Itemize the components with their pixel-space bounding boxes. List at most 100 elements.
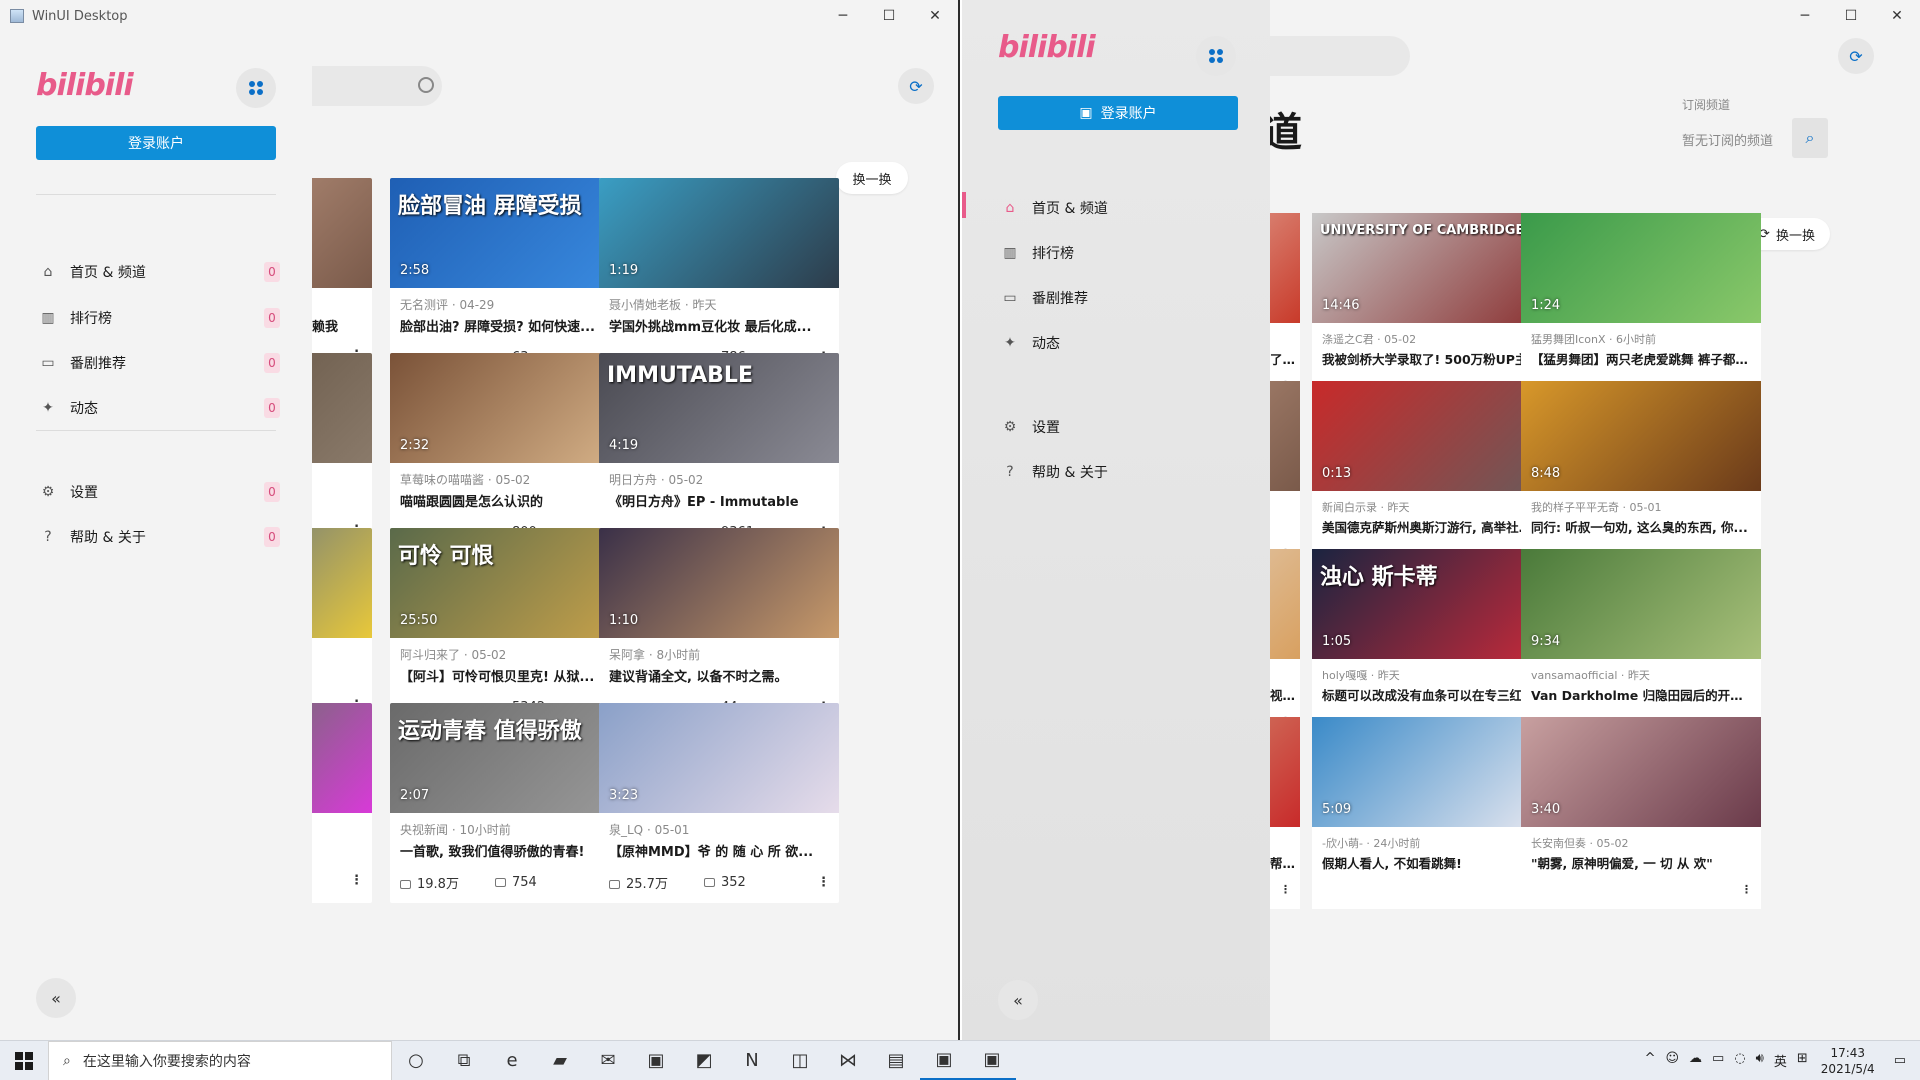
video-author-date[interactable]: 我的样子平平无奇 · 05-01: [1531, 499, 1661, 515]
more-options-icon[interactable]: ⋮: [817, 875, 830, 890]
video-card[interactable]: 3:23 泉_LQ · 05-01 【原神MMD】爷 的 随 心 所 欲... 25.…: [599, 703, 839, 903]
video-thumbnail[interactable]: 脸部冒油 屏障受损 2:58: [390, 178, 630, 288]
collapse-pane-button[interactable]: «: [36, 978, 76, 1018]
ime-mode-icon[interactable]: ⊞: [1797, 1051, 1808, 1070]
more-options-icon[interactable]: ⋮: [1741, 883, 1752, 896]
cortana-icon[interactable]: ○: [392, 1041, 440, 1080]
mail-icon[interactable]: ✉: [584, 1041, 632, 1080]
maximize-button[interactable]: ☐: [1828, 0, 1874, 32]
video-title[interactable]: 赖我: [312, 316, 362, 335]
video-thumbnail[interactable]: 5:09: [1312, 717, 1552, 827]
video-author-date[interactable]: 泉_LQ · 05-01: [609, 821, 689, 838]
video-thumbnail[interactable]: 3:23: [599, 703, 839, 813]
video-thumbnail[interactable]: 浊心 斯卡蒂 1:05: [1312, 549, 1552, 659]
more-options-icon[interactable]: ⋮: [350, 873, 363, 888]
nav-item-2[interactable]: ▭ 番剧推荐 0: [36, 345, 280, 381]
video-card-partial[interactable]: 视频? ...⋮: [1270, 549, 1300, 741]
apps-button[interactable]: [1196, 36, 1236, 76]
onenote-icon[interactable]: N: [728, 1041, 776, 1080]
video-title[interactable]: 了30...: [1270, 349, 1300, 368]
login-button[interactable]: 登录账户: [36, 126, 276, 160]
close-button[interactable]: ✕: [1874, 0, 1920, 32]
search-box[interactable]: [312, 66, 442, 106]
video-thumbnail[interactable]: 1:10: [599, 528, 839, 638]
video-title[interactable]: 视频? ...: [1270, 685, 1300, 704]
vscode-icon[interactable]: ⋈: [824, 1041, 872, 1080]
video-title[interactable]: 《明日方舟》EP - Immutable: [609, 491, 829, 510]
tray-app-icon[interactable]: ☺: [1665, 1051, 1679, 1070]
video-title[interactable]: Van Darkholme 归隐田园后的开心 (...: [1531, 685, 1751, 704]
minimize-button[interactable]: ─: [1782, 0, 1828, 32]
video-card[interactable]: IMMUTABLE 4:19 明日方舟 · 05-02 《明日方舟》EP - Immu…: [599, 353, 839, 553]
video-author-date[interactable]: 无名测评 · 04-29: [400, 296, 494, 313]
video-author-date[interactable]: 猛男舞团IconX · 6小时前: [1531, 331, 1656, 347]
video-thumbnail[interactable]: 2:32: [390, 353, 630, 463]
nav-item-1[interactable]: ▥ 排行榜 0: [36, 300, 280, 336]
video-thumbnail[interactable]: 8:48: [1521, 381, 1761, 491]
show-hidden-icons[interactable]: ^: [1645, 1051, 1656, 1070]
video-thumbnail[interactable]: 运动青春 值得骄傲 2:07: [390, 703, 630, 813]
video-thumbnail[interactable]: 1:19: [599, 178, 839, 288]
video-author-date[interactable]: -欣小萌- · 24小时前: [1322, 835, 1420, 851]
video-author-date[interactable]: 央视新闻 · 10小时前: [400, 821, 511, 838]
video-author-date[interactable]: 涤遥之C君 · 05-02: [1322, 331, 1416, 347]
video-card[interactable]: 5:09 -欣小萌- · 24小时前假期人看人, 不如看跳舞! ⋮: [1312, 717, 1552, 909]
video-title[interactable]: 【猛男舞团】两只老虎爱跳舞 裤子都裂...: [1531, 349, 1751, 368]
video-thumbnail[interactable]: UNIVERSITY OF CAMBRIDGE 14:46: [1312, 213, 1552, 323]
video-title[interactable]: 帮我玩...: [1270, 853, 1300, 872]
search-channel-button[interactable]: ⌕: [1792, 118, 1828, 158]
bilibili-app-icon-2[interactable]: ▣: [968, 1041, 1016, 1080]
nav-item-5[interactable]: ? 帮助 & 关于: [998, 454, 1242, 490]
notification-icon[interactable]: ▭: [1894, 1053, 1906, 1068]
video-thumbnail[interactable]: [1270, 213, 1300, 323]
battery-icon[interactable]: ▭: [1712, 1051, 1724, 1070]
edge-icon[interactable]: e: [488, 1041, 536, 1080]
nav-item-3[interactable]: ✦ 动态: [998, 325, 1242, 361]
nav-item-0[interactable]: ⌂ 首页 & 频道 0: [36, 254, 280, 290]
close-button[interactable]: ✕: [912, 0, 958, 32]
video-thumbnail[interactable]: [1270, 549, 1300, 659]
video-title[interactable]: 美国德克萨斯州奥斯汀游行, 高举社会...: [1322, 517, 1542, 536]
video-card[interactable]: 可怜 可恨 25:50 阿斗归来了 · 05-02 【阿斗】可怜可恨贝里克! 从狱..…: [390, 528, 630, 728]
video-thumbnail[interactable]: IMMUTABLE 4:19: [599, 353, 839, 463]
apps-button[interactable]: [236, 68, 276, 108]
network-icon[interactable]: ◌: [1734, 1051, 1745, 1070]
video-card[interactable]: 2:32草莓味の喵喵酱 · 05-02喵喵跟圆圆是怎么认识的42.6万800⋮: [390, 353, 630, 553]
video-title[interactable]: 建议背诵全文, 以备不时之需。: [609, 666, 829, 685]
video-title[interactable]: 我被剑桥大学录取了! 500万粉UP主竟...: [1322, 349, 1542, 368]
video-card[interactable]: UNIVERSITY OF CAMBRIDGE 14:46 涤遥之C君 · 05-0…: [1312, 213, 1552, 405]
video-author-date[interactable]: 呆阿拿 · 8小时前: [609, 646, 700, 663]
video-author-date[interactable]: vansamaofficial · 昨天: [1531, 667, 1650, 683]
maximize-button[interactable]: ☐: [866, 0, 912, 32]
video-title[interactable]: 标题可以改成没有血条可以在专三红蒂...: [1322, 685, 1542, 704]
login-button[interactable]: ▣ 登录账户: [998, 96, 1238, 130]
video-card[interactable]: 1:10呆阿拿 · 8小时前建议背诵全文, 以备不时之需。3.7万44⋮: [599, 528, 839, 728]
video-thumbnail[interactable]: 1:24: [1521, 213, 1761, 323]
video-card-partial[interactable]: 赖我⋮: [312, 178, 372, 378]
refresh-button[interactable]: ⟳: [898, 68, 934, 104]
nav-item-4[interactable]: ⚙ 设置 0: [36, 474, 280, 510]
start-button[interactable]: [0, 1041, 48, 1080]
video-thumbnail[interactable]: [1270, 381, 1300, 491]
video-title[interactable]: 脸部出油? 屏障受损? 如何快速...: [400, 316, 620, 335]
clock[interactable]: 17:43 2021/5/4: [1821, 1045, 1875, 1077]
sandbox-icon[interactable]: ◫: [776, 1041, 824, 1080]
video-card-partial[interactable]: ⋮: [312, 528, 372, 728]
volume-icon[interactable]: 🔊︎: [1756, 1051, 1764, 1070]
video-card[interactable]: 1:24 猛男舞团IconX · 6小时前【猛男舞团】两只老虎爱跳舞 裤子都裂..…: [1521, 213, 1761, 405]
video-author-date[interactable]: 聂小倩她老板 · 昨天: [609, 296, 716, 313]
video-card-partial[interactable]: ⋮: [1270, 381, 1300, 573]
video-thumbnail[interactable]: 9:34: [1521, 549, 1761, 659]
video-author-date[interactable]: 草莓味の喵喵酱 · 05-02: [400, 471, 530, 488]
sticky-notes-icon[interactable]: ◩: [680, 1041, 728, 1080]
more-options-icon[interactable]: ⋮: [1280, 883, 1291, 896]
video-thumbnail[interactable]: [1270, 717, 1300, 827]
video-thumbnail[interactable]: [312, 353, 372, 463]
nav-item-1[interactable]: ▥ 排行榜: [998, 235, 1242, 271]
video-card[interactable]: 3:40 长安南但奏 · 05-02 "朝雾, 原神明偏爱, 一 切 从 欢" ⋮: [1521, 717, 1761, 909]
video-thumbnail[interactable]: [312, 528, 372, 638]
nav-item-4[interactable]: ⚙ 设置: [998, 409, 1242, 445]
video-title[interactable]: 【阿斗】可怜可恨贝里克! 从狱...: [400, 666, 620, 685]
video-thumbnail[interactable]: [312, 703, 372, 813]
file-explorer-icon[interactable]: ▰: [536, 1041, 584, 1080]
